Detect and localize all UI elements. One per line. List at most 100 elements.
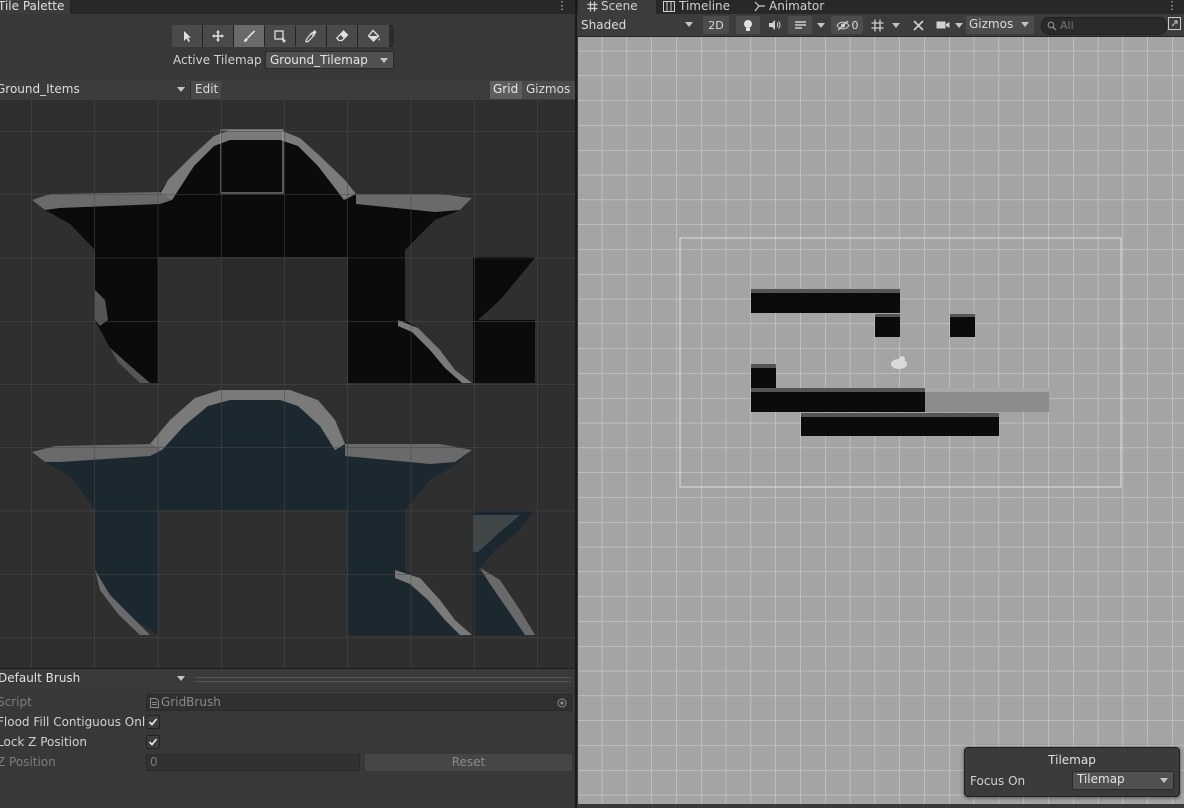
camera-toggle[interactable]: [933, 16, 953, 34]
select-tool-button[interactable]: [172, 25, 203, 47]
eraser-icon: [335, 30, 349, 42]
hash-icon: [587, 1, 598, 12]
lock-z-checkbox[interactable]: [146, 735, 160, 749]
scene-viewport[interactable]: [578, 37, 1184, 804]
grid-icon: [871, 19, 883, 31]
scene-gizmos-dropdown[interactable]: Gizmos: [966, 16, 1034, 34]
brush-separator: [195, 677, 571, 682]
checkmark-icon: [148, 738, 158, 746]
z-position-field: 0: [146, 754, 360, 771]
lock-z-label: Lock Z Position: [0, 735, 87, 749]
tile-tools-toolbar: [172, 25, 394, 47]
grid-snap-toggle[interactable]: [866, 16, 888, 34]
palette-name: Ground_Items: [0, 82, 80, 96]
tab-animator[interactable]: Animator: [750, 0, 840, 14]
scene-gizmos-label: Gizmos: [969, 17, 1014, 31]
grid-toggle-label: Grid: [493, 82, 519, 96]
tilemap-overlay: Tilemap Focus On Tilemap: [964, 747, 1180, 797]
maximize-icon[interactable]: [1168, 17, 1182, 31]
mode-2d-toggle[interactable]: 2D: [703, 16, 729, 34]
active-tilemap-dropdown[interactable]: Ground_Tilemap: [265, 51, 394, 69]
edit-palette-label: Edit: [195, 82, 219, 96]
brush-icon: [243, 30, 255, 42]
paint-bucket-icon: [367, 29, 380, 42]
z-position-value: 0: [150, 755, 158, 769]
palette-gizmos-toggle[interactable]: Gizmos: [522, 81, 575, 99]
reset-button: Reset: [365, 754, 572, 771]
fill-tool-button[interactable]: [358, 25, 389, 47]
box-fill-tool-button[interactable]: [265, 25, 296, 47]
focus-on-value: Tilemap: [1077, 772, 1125, 786]
tools-toggle[interactable]: [906, 16, 930, 34]
mode-2d-label: 2D: [708, 18, 724, 32]
grid-toggle-button[interactable]: Grid: [490, 81, 522, 99]
script-file-icon: [150, 698, 159, 708]
tab-tile-palette[interactable]: Tile Palette: [0, 0, 71, 14]
object-picker-icon[interactable]: [557, 698, 567, 708]
checkmark-icon: [148, 718, 158, 726]
shading-mode-dropdown[interactable]: Shaded: [578, 16, 698, 35]
scene-search-input[interactable]: [1060, 18, 1160, 33]
active-tilemap-value: Ground_Tilemap: [270, 53, 368, 67]
chevron-down-icon: [1021, 22, 1029, 27]
search-icon: [1047, 21, 1057, 31]
tab-tile-palette-label: Tile Palette: [0, 0, 65, 13]
lighting-toggle[interactable]: [736, 16, 760, 34]
camera-icon: [936, 21, 950, 29]
effects-dropdown[interactable]: [814, 16, 828, 34]
focus-on-label: Focus On: [970, 774, 1026, 788]
script-label: Script: [0, 695, 32, 709]
flood-fill-checkbox[interactable]: [146, 715, 160, 729]
paint-tool-button[interactable]: [234, 25, 265, 47]
hidden-objects-toggle[interactable]: 0: [831, 16, 863, 34]
arrow-pointer-icon: [184, 31, 191, 42]
eraser-tool-button[interactable]: [327, 25, 358, 47]
tile-palette-tabbar: [0, 0, 575, 14]
tab-timeline-label: Timeline: [679, 0, 731, 13]
palette-dropdown[interactable]: Ground_Items: [0, 81, 190, 99]
speaker-icon: [768, 20, 780, 30]
chevron-down-icon: [177, 676, 185, 681]
tilemap-overlay-title: Tilemap: [1048, 753, 1096, 767]
chevron-down-icon: [177, 87, 185, 92]
picker-tool-button[interactable]: [296, 25, 327, 47]
tile-palette-canvas: [0, 100, 575, 668]
edit-palette-button[interactable]: Edit: [190, 81, 221, 99]
box-fill-icon: [274, 30, 286, 43]
scene-menu-icon[interactable]: ⋮: [1166, 0, 1178, 14]
timeline-icon: [663, 1, 675, 12]
active-tilemap-label: Active Tilemap: [173, 53, 262, 67]
brush-name: Default Brush: [0, 671, 81, 685]
brush-dropdown[interactable]: Default Brush: [0, 670, 190, 687]
tile-palette-menu-icon[interactable]: ⋮: [556, 0, 568, 14]
chevron-down-icon: [955, 22, 963, 28]
tab-timeline[interactable]: Timeline: [658, 0, 748, 14]
focus-on-dropdown[interactable]: Tilemap: [1072, 771, 1174, 790]
lightbulb-icon: [744, 19, 752, 31]
tools-icon: [912, 19, 924, 31]
chevron-down-icon: [817, 22, 825, 28]
move-tool-button[interactable]: [203, 25, 234, 47]
chevron-down-icon: [380, 58, 388, 63]
scene-canvas: [578, 37, 1184, 804]
tile-palette-grid[interactable]: [0, 100, 575, 668]
flood-fill-label: Flood Fill Contiguous Only: [0, 715, 153, 729]
chevron-down-icon: [685, 22, 693, 27]
eye-slash-icon: [835, 20, 850, 30]
tab-animator-label: Animator: [769, 0, 825, 13]
z-position-label: Z Position: [0, 755, 56, 769]
tab-scene[interactable]: Scene: [578, 0, 656, 14]
script-value: GridBrush: [161, 695, 221, 709]
chevron-down-icon: [1160, 778, 1168, 783]
shading-mode-value: Shaded: [581, 18, 627, 32]
hidden-count: 0: [851, 18, 859, 32]
script-field: GridBrush: [146, 694, 572, 711]
camera-dropdown[interactable]: [953, 16, 965, 34]
animator-icon: [754, 1, 765, 12]
move-arrows-icon: [212, 30, 224, 42]
scene-search-field[interactable]: [1041, 17, 1167, 35]
reset-label: Reset: [451, 755, 486, 769]
grid-dropdown[interactable]: [889, 16, 903, 34]
effects-toggle[interactable]: [788, 16, 812, 34]
audio-toggle[interactable]: [762, 16, 786, 34]
